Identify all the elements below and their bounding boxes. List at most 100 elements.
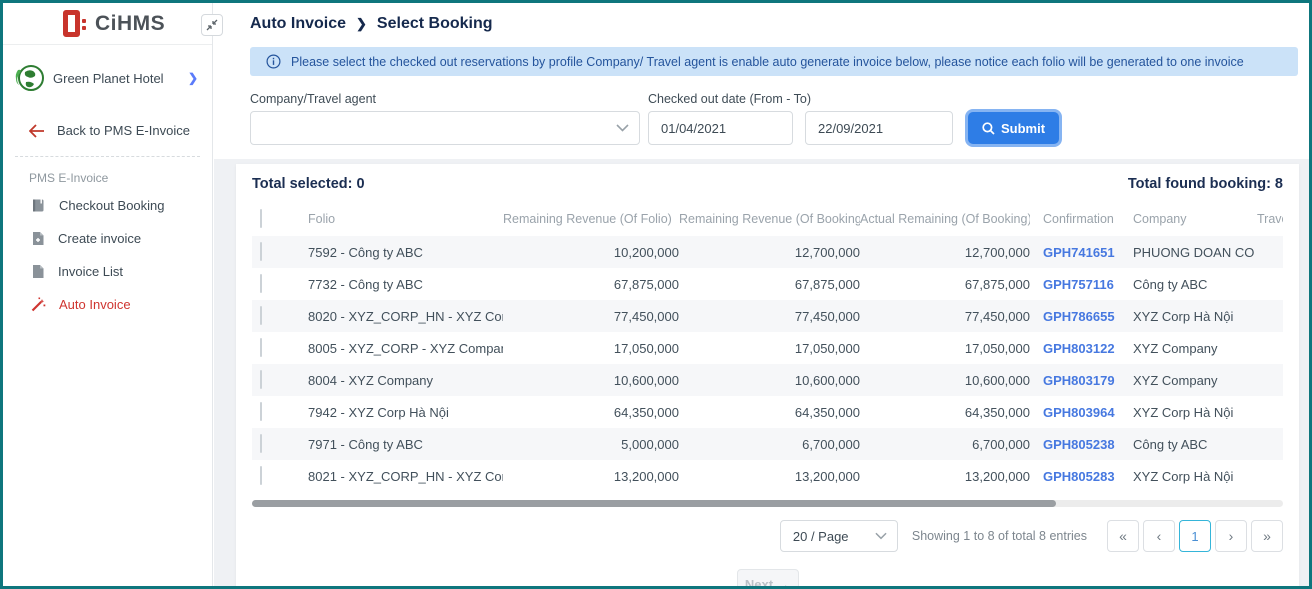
company-cell: XYZ Company <box>1125 373 1255 388</box>
confirmation-link[interactable]: GPH803122 <box>1043 341 1115 356</box>
row-checkbox[interactable] <box>260 466 262 485</box>
file-icon <box>31 264 45 279</box>
file-plus-icon <box>31 231 45 246</box>
confirmation-link[interactable]: GPH757116 <box>1043 277 1114 292</box>
page-size-select[interactable]: 20 / Page <box>780 520 898 552</box>
banner-text: Please select the checked out reservatio… <box>291 55 1244 69</box>
sidebar-collapse-button[interactable] <box>201 14 223 36</box>
remaining-folio-cell: 10,200,000 <box>503 245 679 260</box>
date-to-input[interactable]: 22/09/2021 <box>805 111 953 145</box>
date-filter-label: Checked out date (From - To) <box>648 92 811 106</box>
remaining-booking-cell: 64,350,000 <box>679 405 860 420</box>
table-body: 7592 - Công ty ABC10,200,00012,700,00012… <box>252 236 1283 492</box>
confirmation-link[interactable]: GPH786655 <box>1043 309 1115 324</box>
company-cell: XYZ Corp Hà Nội <box>1125 309 1255 324</box>
table-header-row: Folio Remaining Revenue (Of Folio) Remai… <box>252 202 1283 236</box>
total-selected: Total selected: 0 <box>252 176 365 192</box>
company-cell: Công ty ABC <box>1125 277 1255 292</box>
remaining-folio-cell: 64,350,000 <box>503 405 679 420</box>
sidebar: CiHMS Green Planet Hotel ❯ Back to PMS E… <box>3 3 213 586</box>
company-cell: Công ty ABC <box>1125 437 1255 452</box>
back-label: Back to PMS E-Invoice <box>57 123 190 138</box>
remaining-booking-cell: 10,600,000 <box>679 373 860 388</box>
actual-remaining-cell: 77,450,000 <box>860 309 1030 324</box>
page-1-button[interactable]: 1 <box>1179 520 1211 552</box>
page-size-value: 20 / Page <box>793 529 849 544</box>
column-header-folio: Folio <box>284 212 503 226</box>
actual-remaining-cell: 10,600,000 <box>860 373 1030 388</box>
back-to-pms-link[interactable]: Back to PMS E-Invoice <box>3 109 212 152</box>
pagination-summary: Showing 1 to 8 of total 8 entries <box>912 529 1087 543</box>
sidebar-item-label: Checkout Booking <box>59 198 165 213</box>
breadcrumb: Auto Invoice ❯ Select Booking <box>250 15 1298 33</box>
remaining-folio-cell: 67,875,000 <box>503 277 679 292</box>
chevron-down-icon <box>875 532 887 540</box>
arrow-right-icon: → <box>777 577 790 589</box>
actual-remaining-cell: 17,050,000 <box>860 341 1030 356</box>
confirmation-link[interactable]: GPH803179 <box>1043 373 1115 388</box>
actual-remaining-cell: 13,200,000 <box>860 469 1030 484</box>
table-row: 7971 - Công ty ABC5,000,0006,700,0006,70… <box>252 428 1283 460</box>
search-icon <box>982 122 995 135</box>
sidebar-item-invoice-list[interactable]: Invoice List <box>3 255 212 288</box>
row-checkbox[interactable] <box>260 274 262 293</box>
row-checkbox[interactable] <box>260 242 262 261</box>
sidebar-item-auto-invoice[interactable]: Auto Invoice <box>3 288 212 321</box>
magic-wand-icon <box>31 297 46 312</box>
sidebar-item-create-invoice[interactable]: Create invoice <box>3 222 212 255</box>
actual-remaining-cell: 64,350,000 <box>860 405 1030 420</box>
company-filter-label: Company/Travel agent <box>250 92 376 106</box>
row-checkbox[interactable] <box>260 306 262 325</box>
main-content: Auto Invoice ❯ Select Booking Please sel… <box>214 3 1309 586</box>
sidebar-item-label: Create invoice <box>58 231 141 246</box>
table-row: 7592 - Công ty ABC10,200,00012,700,00012… <box>252 236 1283 268</box>
confirmation-link[interactable]: GPH803964 <box>1043 405 1115 420</box>
table-row: 8004 - XYZ Company10,600,00010,600,00010… <box>252 364 1283 396</box>
first-page-button[interactable]: « <box>1107 520 1139 552</box>
chevron-down-icon <box>616 124 629 132</box>
hotel-selector[interactable]: Green Planet Hotel ❯ <box>3 45 212 109</box>
hotel-name: Green Planet Hotel <box>53 71 188 86</box>
date-from-input[interactable]: 01/04/2021 <box>648 111 793 145</box>
folio-cell: 7971 - Công ty ABC <box>284 437 503 452</box>
table-row: 8020 - XYZ_CORP_HN - XYZ Corp Hà Nội77,4… <box>252 300 1283 332</box>
row-checkbox[interactable] <box>260 370 262 389</box>
confirmation-link[interactable]: GPH805238 <box>1043 437 1115 452</box>
remaining-booking-cell: 12,700,000 <box>679 245 860 260</box>
chevron-right-icon: ❯ <box>188 71 198 85</box>
book-icon <box>31 198 46 213</box>
confirmation-link[interactable]: GPH805283 <box>1043 469 1115 484</box>
scrollbar-thumb[interactable] <box>252 500 1056 507</box>
next-page-button[interactable]: › <box>1215 520 1247 552</box>
booking-table: Folio Remaining Revenue (Of Folio) Remai… <box>252 202 1283 492</box>
app-window: CiHMS Green Planet Hotel ❯ Back to PMS E… <box>0 0 1312 589</box>
section-label: PMS E-Invoice <box>3 161 212 189</box>
folio-cell: 7592 - Công ty ABC <box>284 245 503 260</box>
prev-page-button[interactable]: ‹ <box>1143 520 1175 552</box>
page-title: Select Booking <box>377 15 493 33</box>
folio-cell: 8005 - XYZ_CORP - XYZ Company <box>284 341 503 356</box>
row-checkbox[interactable] <box>260 434 262 453</box>
breadcrumb-auto-invoice[interactable]: Auto Invoice <box>250 15 346 33</box>
next-step-label: Next <box>745 577 773 589</box>
company-cell: PHUONG DOAN CORP <box>1125 245 1255 260</box>
last-page-button[interactable]: » <box>1251 520 1283 552</box>
column-header-remaining-folio: Remaining Revenue (Of Folio) <box>503 212 679 226</box>
company-select[interactable] <box>250 111 640 145</box>
confirmation-link[interactable]: GPH741651 <box>1043 245 1115 260</box>
page-header: Auto Invoice ❯ Select Booking Please sel… <box>214 3 1309 159</box>
submit-button[interactable]: Submit <box>965 109 1062 147</box>
logo-text: CiHMS <box>95 12 165 36</box>
row-checkbox[interactable] <box>260 402 262 421</box>
pagination: 20 / Page Showing 1 to 8 of total 8 entr… <box>252 520 1283 552</box>
table-row: 7732 - Công ty ABC67,875,00067,875,00067… <box>252 268 1283 300</box>
row-checkbox[interactable] <box>260 338 262 357</box>
sidebar-item-label: Auto Invoice <box>59 297 131 312</box>
select-all-checkbox[interactable] <box>260 209 262 228</box>
horizontal-scrollbar[interactable] <box>252 500 1283 507</box>
info-icon <box>266 54 281 69</box>
remaining-folio-cell: 13,200,000 <box>503 469 679 484</box>
next-step-button[interactable]: Next → <box>737 569 799 589</box>
filter-bar: Company/Travel agent Checked out date (F… <box>250 92 1298 154</box>
sidebar-item-checkout-booking[interactable]: Checkout Booking <box>3 189 212 222</box>
